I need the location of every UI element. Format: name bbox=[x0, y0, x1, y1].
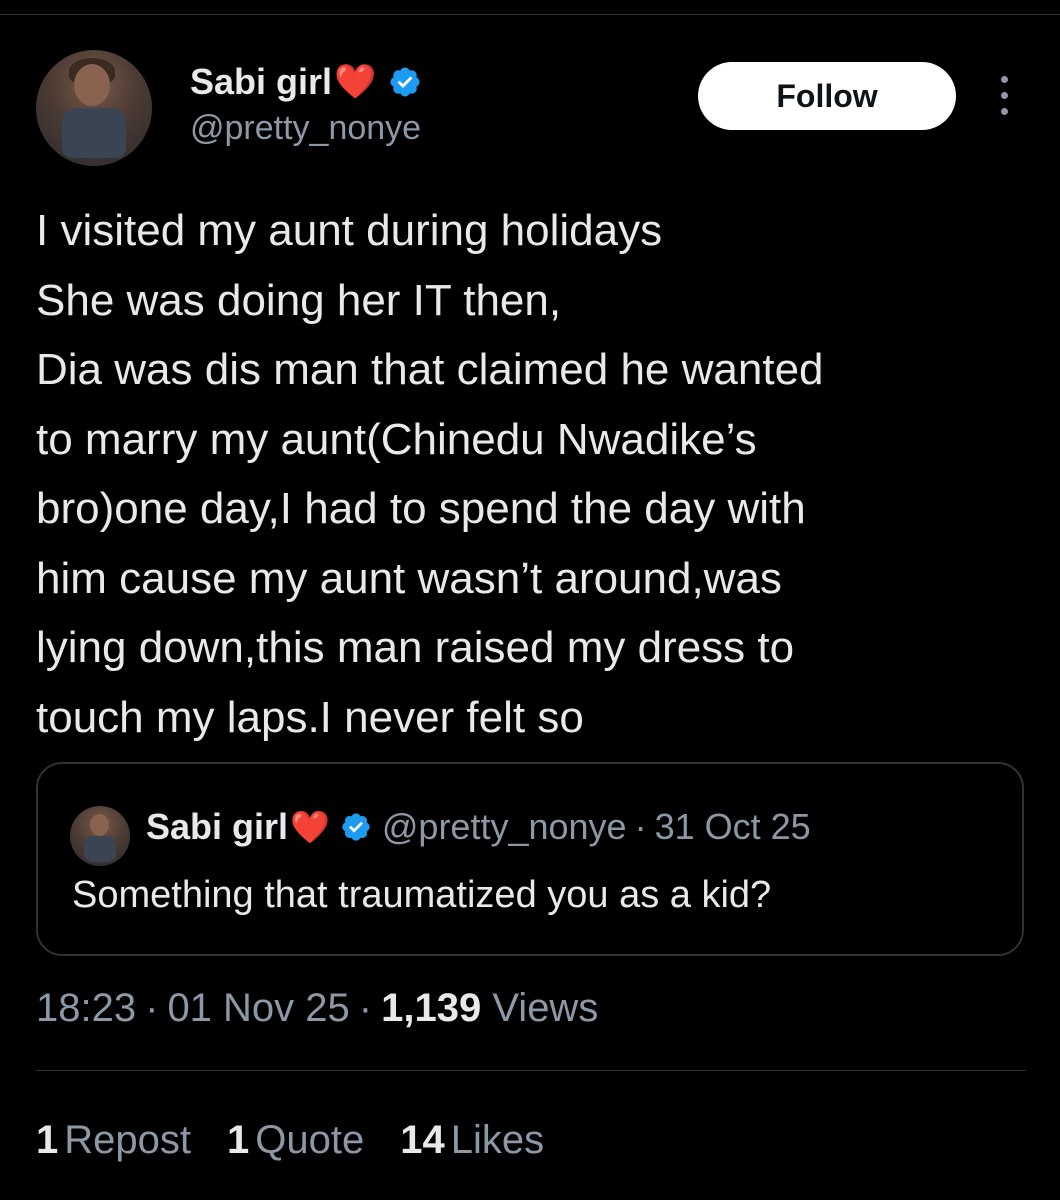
quoted-tweet-date: 31 Oct 25 bbox=[654, 806, 811, 847]
views-count: 1,139 bbox=[381, 986, 482, 1030]
likes-stat[interactable]: 14 Likes bbox=[400, 1118, 544, 1163]
verified-badge-icon[interactable] bbox=[388, 65, 422, 99]
quotes-stat[interactable]: 1 Quote bbox=[227, 1118, 364, 1163]
tweet-text-line: touch my laps.I never felt so bbox=[36, 692, 584, 742]
reposts-stat[interactable]: 1 Repost bbox=[36, 1118, 191, 1163]
quotes-label: Quote bbox=[255, 1118, 365, 1162]
separator-dot: · bbox=[145, 986, 159, 1030]
tweet-text-line: She was doing her IT then, bbox=[36, 275, 562, 325]
engagement-stats: 1 Repost 1 Quote 14 Likes bbox=[36, 1118, 580, 1163]
quotes-count: 1 bbox=[227, 1118, 250, 1162]
quoted-tweet-header: Sabi girl ❤️ @pretty_nonye · 31 Oct 25 bbox=[146, 806, 811, 848]
follow-button[interactable]: Follow bbox=[698, 62, 956, 130]
author-names: Sabi girl ❤️ @pretty_nonye bbox=[190, 60, 422, 150]
likes-label: Likes bbox=[450, 1118, 545, 1162]
separator-dot: · bbox=[358, 986, 373, 1030]
avatar-head bbox=[74, 64, 110, 106]
author-display-name-row[interactable]: Sabi girl ❤️ bbox=[190, 60, 422, 104]
top-divider bbox=[0, 14, 1060, 15]
author-display-name[interactable]: Sabi girl bbox=[190, 60, 332, 104]
more-dot bbox=[1000, 92, 1008, 99]
reposts-count: 1 bbox=[36, 1118, 59, 1162]
quoted-author-avatar bbox=[70, 806, 130, 866]
red-heart-emoji: ❤️ bbox=[290, 809, 330, 845]
tweet-text-line: him cause my aunt wasn’t around,was bbox=[36, 553, 782, 603]
tweet-header: Sabi girl ❤️ @pretty_nonye Follow bbox=[36, 50, 1026, 170]
tweet-text: I visited my aunt during holidays She wa… bbox=[36, 196, 1036, 752]
more-dot bbox=[1000, 108, 1008, 115]
avatar-torso bbox=[84, 836, 116, 862]
avatar-torso bbox=[62, 108, 126, 158]
more-options-icon[interactable] bbox=[994, 76, 1014, 122]
views-label: Views bbox=[492, 986, 599, 1030]
tweet-text-line: I visited my aunt during holidays bbox=[36, 206, 663, 255]
quoted-tweet-text: Something that traumatized you as a kid? bbox=[72, 874, 772, 916]
red-heart-emoji: ❤️ bbox=[334, 63, 377, 101]
tweet-text-line: Dia was dis man that claimed he wanted bbox=[36, 345, 824, 394]
tweet-text-line: lying down,this man raised my dress to bbox=[36, 623, 795, 672]
tweet-text-line: to marry my aunt(Chinedu Nwadike’s bbox=[36, 414, 757, 464]
quoted-author-handle: @pretty_nonye bbox=[381, 806, 627, 847]
quoted-tweet-card[interactable]: Sabi girl ❤️ @pretty_nonye · 31 Oct 25 S… bbox=[36, 762, 1024, 956]
quoted-author-display-name: Sabi girl bbox=[146, 806, 289, 847]
author-avatar[interactable] bbox=[36, 50, 152, 166]
author-handle[interactable]: @pretty_nonye bbox=[190, 106, 422, 150]
tweet-meta: 18:23 · 01 Nov 25 · 1,139 Views bbox=[36, 986, 598, 1031]
reposts-label: Repost bbox=[64, 1118, 191, 1162]
stats-divider bbox=[36, 1070, 1026, 1071]
tweet-date[interactable]: 01 Nov 25 bbox=[167, 986, 349, 1030]
verified-badge-icon bbox=[342, 813, 370, 841]
likes-count: 14 bbox=[400, 1118, 445, 1162]
avatar-head bbox=[90, 814, 109, 836]
more-dot bbox=[1000, 76, 1008, 83]
tweet-time[interactable]: 18:23 bbox=[36, 986, 136, 1030]
separator-dot: · bbox=[634, 806, 647, 847]
tweet-text-line: bro)one day,I had to spend the day with bbox=[36, 484, 806, 533]
